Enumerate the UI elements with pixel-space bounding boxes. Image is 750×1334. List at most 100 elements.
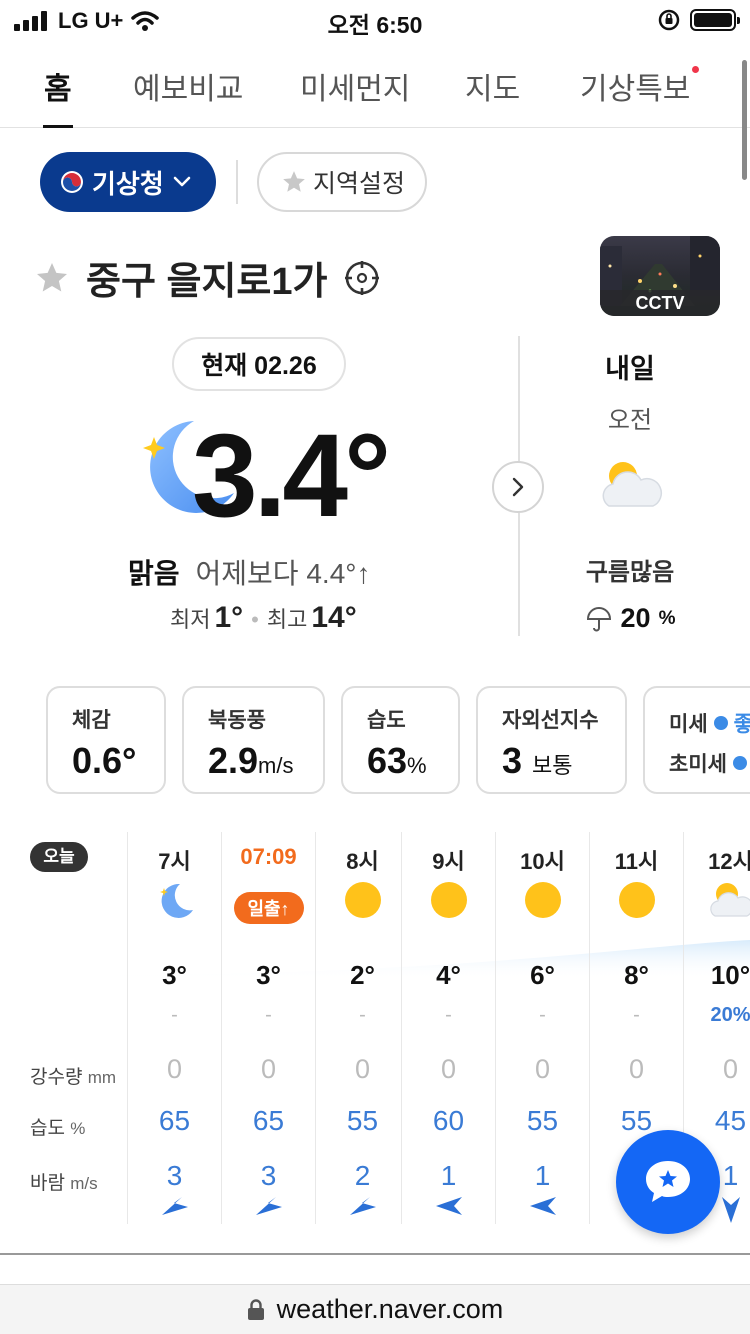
rotation-lock-icon [658, 9, 680, 31]
wind-unit-label: m/s [70, 1174, 98, 1193]
lock-icon [247, 1298, 264, 1320]
hour-pop: 20% [710, 1004, 750, 1026]
tab-home[interactable]: 홈 [43, 64, 73, 128]
taegeuk-icon [61, 171, 83, 193]
hour-time: 11시 [614, 849, 659, 874]
status-right [658, 9, 740, 31]
wind-card[interactable]: 북동풍 2.9m/s [182, 686, 325, 794]
hour-precip: 0 [260, 1054, 277, 1084]
humidity-row-label: 습도 % [30, 1113, 85, 1140]
tomorrow-rain-value: 20 [620, 603, 651, 633]
chat-star-icon [646, 1161, 690, 1202]
hour-precip: 0 [628, 1054, 645, 1084]
wind-unit: m/s [258, 753, 294, 778]
hour-pop: - [633, 1004, 640, 1026]
cctv-button[interactable]: CCTV [600, 236, 720, 316]
dot-separator: • [251, 607, 259, 632]
pm10-status: 좋 [733, 713, 750, 736]
max-label: 최고 [266, 607, 308, 632]
moon-icon [159, 883, 193, 918]
hour-pop: - [171, 1004, 178, 1026]
uv-card[interactable]: 자외선지수 3 보통 [476, 686, 627, 794]
region-setting-label: 지역설정 [313, 170, 406, 198]
hour-wind: 3 [260, 1160, 277, 1191]
wind-direction-icon [721, 1197, 740, 1223]
star-icon [283, 171, 305, 192]
sun-icon [430, 882, 467, 918]
pm10-row: 미세 좋 [669, 708, 750, 738]
chevron-right-icon [512, 477, 524, 497]
browser-url-bar[interactable]: weather.naver.com [0, 1284, 750, 1334]
hour-humidity: 55 [346, 1105, 379, 1136]
tab-home-label: 홈 [44, 73, 72, 106]
dust-card[interactable]: 미세 좋 초미세 [643, 686, 750, 794]
tab-map[interactable]: 지도 [465, 64, 520, 128]
scrollbar[interactable] [742, 60, 747, 180]
hour-time: 9시 [432, 849, 465, 874]
precip-label: 강수량 [30, 1067, 83, 1088]
hour-pop: - [539, 1004, 546, 1026]
precip-unit: mm [87, 1068, 117, 1087]
humidity-unit-label: % [70, 1119, 86, 1138]
sunrise-time: 07:09 [240, 844, 297, 869]
sunrise-badge: 일출↑ [233, 892, 304, 924]
hour-wind: 1 [534, 1160, 551, 1191]
chat-fab-button[interactable] [616, 1130, 720, 1234]
wind-direction-icon [161, 1197, 188, 1215]
sun-icon [618, 882, 655, 918]
next-arrow-button[interactable] [492, 461, 544, 513]
tomorrow-period: 오전 [607, 407, 653, 434]
max-temp: 14° [311, 601, 357, 634]
humidity-card[interactable]: 습도 63% [341, 686, 460, 794]
tab-forecast-compare[interactable]: 예보비교 [133, 64, 243, 128]
current-temperature: 3.4° [192, 410, 391, 542]
uv-title: 자외선지수 [502, 709, 599, 732]
precip-row-label: 강수량 mm [30, 1062, 116, 1089]
umbrella-icon [586, 606, 611, 631]
tab-fine-dust[interactable]: 미세먼지 [300, 64, 410, 128]
hour-pop: - [359, 1004, 366, 1026]
hour-column: 7시 3° - 0 65 3 [127, 832, 221, 1224]
chevron-down-icon [173, 176, 191, 187]
status-time: 오전 6:50 [327, 12, 423, 38]
sun-icon [524, 882, 561, 918]
cloud-sun-icon [540, 454, 720, 519]
battery-icon [690, 9, 740, 31]
hour-precip: 0 [354, 1054, 371, 1084]
source-label: 기상청 [92, 168, 164, 199]
hour-wind: 1 [440, 1160, 457, 1191]
source-selector-button[interactable]: 기상청 [40, 152, 216, 212]
tab-map-label: 지도 [465, 73, 521, 106]
pm10-label: 미세 [669, 713, 708, 736]
tomorrow-rain-prob: 20% [540, 603, 720, 634]
compare-yesterday: 어제보다 4.4°↑ [195, 558, 371, 589]
hour-pop: - [265, 1004, 272, 1026]
tab-weather-alert[interactable]: 기상특보 [580, 64, 700, 128]
hour-time: 8시 [346, 849, 379, 874]
sun-icon [344, 882, 381, 918]
hour-pop: - [445, 1004, 452, 1026]
hour-humidity: 65 [158, 1105, 191, 1136]
hour-temp: 3° [162, 960, 187, 990]
min-max-row: 최저 1° • 최고 14° [170, 601, 357, 635]
current-condition: 맑음 [128, 558, 180, 589]
tomorrow-rain-unit: % [658, 607, 676, 629]
hour-precip: 0 [534, 1054, 551, 1084]
uv-level: 보통 [532, 753, 573, 778]
region-setting-button[interactable]: 지역설정 [257, 152, 427, 212]
hour-precip: 0 [166, 1054, 183, 1084]
tab-forecast-compare-label: 예보비교 [133, 73, 244, 106]
hour-temp: 3° [256, 960, 281, 990]
humidity-unit: % [407, 753, 427, 778]
tab-fine-dust-label: 미세먼지 [300, 73, 411, 106]
feels-like-card[interactable]: 체감 0.6° [46, 686, 166, 794]
humidity-label: 습도 [30, 1118, 65, 1139]
favorite-star-icon[interactable] [34, 260, 70, 296]
current-location-icon[interactable] [343, 259, 381, 297]
section-divider [0, 1253, 750, 1255]
wind-direction-icon [435, 1197, 462, 1215]
feels-like-value: 0.6° [72, 740, 137, 781]
hour-temp: 8° [624, 960, 649, 990]
hour-column: 8시 2° - 0 55 2 [315, 832, 409, 1224]
hour-humidity: 55 [526, 1105, 559, 1136]
